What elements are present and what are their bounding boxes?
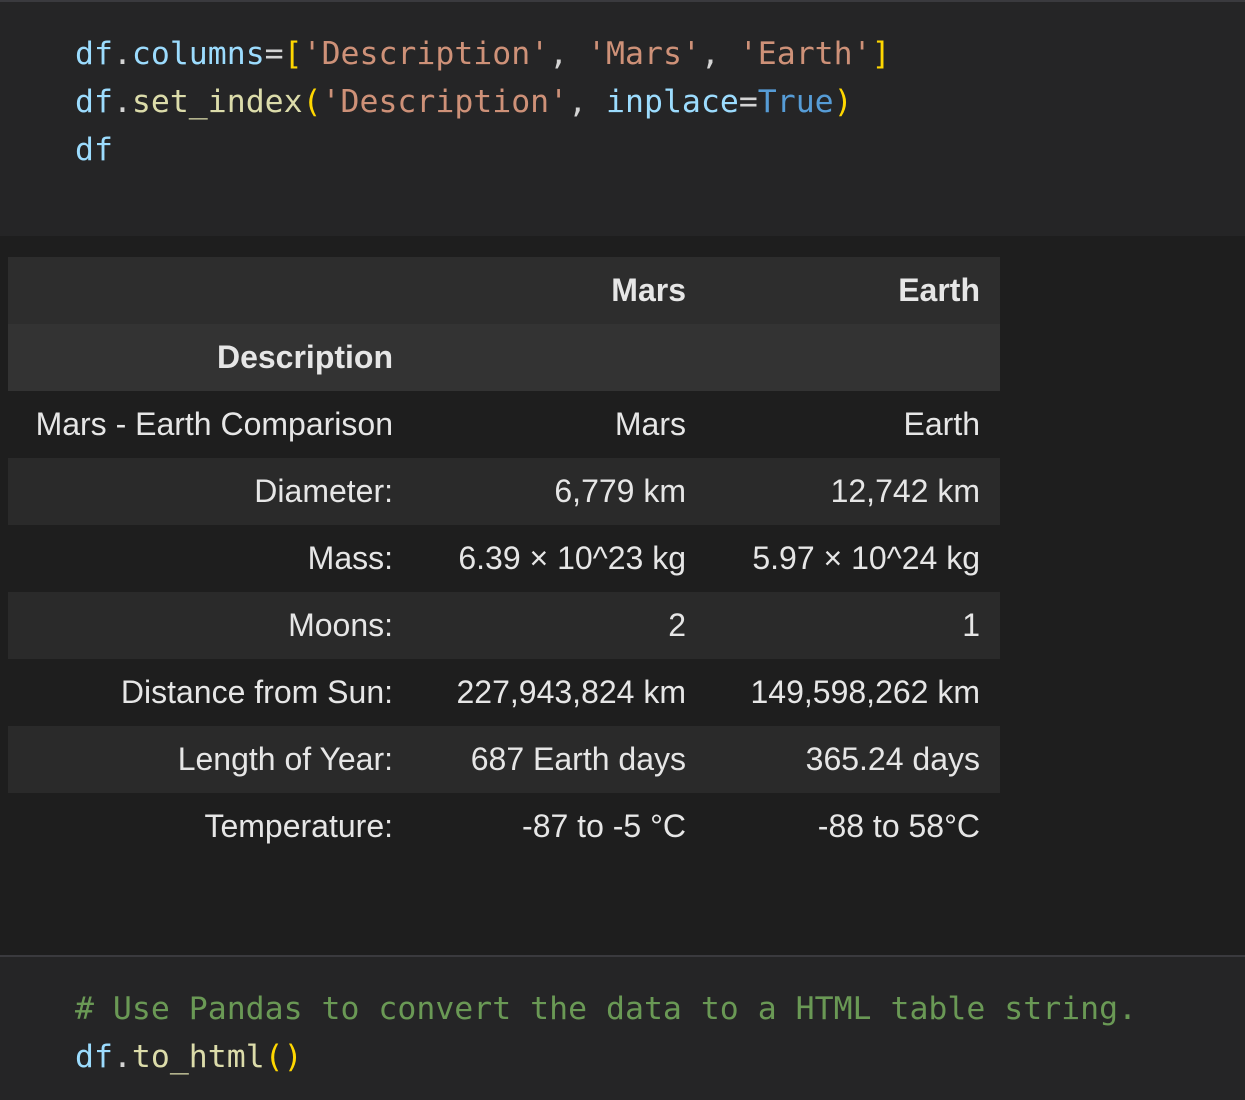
table-cell: 2 [668, 607, 686, 643]
table-cell: 1 [962, 607, 980, 643]
code-token: set_index [131, 84, 303, 120]
code-token: . [112, 1039, 132, 1075]
row-label: Distance from Sun: [120, 674, 393, 710]
table-row: Temperature: -87 to -5 °C -88 to 58°C [8, 793, 1000, 860]
code-line: df.set_index('Description', inplace=True… [75, 78, 891, 126]
table-row: Length of Year: 687 Earth days 365.24 days [8, 726, 1000, 793]
row-label: Moons: [288, 607, 393, 643]
row-label: Diameter: [254, 473, 393, 509]
code-token: , [549, 36, 588, 72]
table-cell: -87 to -5 °C [522, 808, 686, 844]
column-header: Mars [611, 272, 686, 308]
code-token: [ [283, 36, 303, 72]
column-header: Earth [898, 272, 980, 308]
table-cell: 5.97 × 10^24 kg [752, 540, 980, 576]
table-cell: Mars [614, 406, 686, 442]
cell-output: Mars Earth Description Mars - Earth Comp… [0, 237, 1245, 953]
row-label: Length of Year: [177, 741, 393, 777]
code-token: ] [871, 36, 891, 72]
table-cell: 149,598,262 km [750, 674, 981, 710]
code-cell-1[interactable]: df.columns=['Description', 'Mars', 'Eart… [0, 0, 1245, 236]
code-token: 'Description' [321, 84, 569, 120]
table-cell: 6.39 × 10^23 kg [458, 540, 686, 576]
code-line: df [75, 126, 891, 174]
code-editor-2[interactable]: # Use Pandas to convert the data to a HT… [75, 985, 1137, 1081]
code-token: 'Earth' [738, 36, 872, 72]
table-row: Distance from Sun: 227,943,824 km 149,598,… [8, 659, 1000, 726]
code-token: . [112, 36, 132, 72]
code-token: , [568, 84, 607, 120]
code-token: = [264, 36, 284, 72]
code-token: () [264, 1039, 303, 1075]
code-line: df.to_html() [75, 1033, 1137, 1081]
code-token: inplace [606, 84, 739, 120]
column-header [8, 257, 413, 324]
code-line: # Use Pandas to convert the data to a HT… [75, 985, 1137, 1033]
code-token: , [700, 36, 739, 72]
table-row: Diameter: 6,779 km 12,742 km [8, 458, 1000, 525]
code-token: df [75, 132, 113, 168]
code-token: df [75, 1039, 113, 1075]
code-token: 'Description' [302, 36, 550, 72]
table-cell: 227,943,824 km [456, 674, 687, 710]
code-token: = [738, 84, 758, 120]
code-token: True [757, 84, 834, 120]
code-token: columns [131, 36, 265, 72]
code-token: ) [833, 84, 853, 120]
code-token: df [75, 36, 113, 72]
dataframe-table: Mars Earth Description Mars - Earth Comp… [8, 257, 1000, 860]
code-editor-1[interactable]: df.columns=['Description', 'Mars', 'Eart… [75, 30, 891, 174]
table-row: Moons: 2 1 [8, 592, 1000, 659]
table-cell: 365.24 days [805, 741, 980, 777]
code-token: 'Mars' [587, 36, 701, 72]
column-header-row: Mars Earth [8, 257, 1000, 324]
row-label: Mars - Earth Comparison [35, 406, 393, 442]
table-cell: Earth [903, 406, 980, 442]
row-label: Mass: [307, 540, 393, 576]
table-cell: 6,779 km [554, 473, 686, 509]
table-row: Mass: 6.39 × 10^23 kg 5.97 × 10^24 kg [8, 525, 1000, 592]
code-token: . [112, 84, 132, 120]
index-header-row: Description [8, 324, 1000, 391]
code-token: df [75, 84, 113, 120]
row-label: Temperature: [204, 808, 393, 844]
code-line: df.columns=['Description', 'Mars', 'Eart… [75, 30, 891, 78]
table-cell: -88 to 58°C [817, 808, 980, 844]
table-cell: 687 Earth days [470, 741, 686, 777]
code-token: to_html [131, 1039, 265, 1075]
table-cell: 12,742 km [830, 473, 980, 509]
code-token: # Use Pandas to convert the data to a HT… [75, 991, 1138, 1027]
code-token: ( [302, 84, 322, 120]
table-row: Mars - Earth Comparison Mars Earth [8, 391, 1000, 458]
index-name: Description [216, 339, 393, 375]
